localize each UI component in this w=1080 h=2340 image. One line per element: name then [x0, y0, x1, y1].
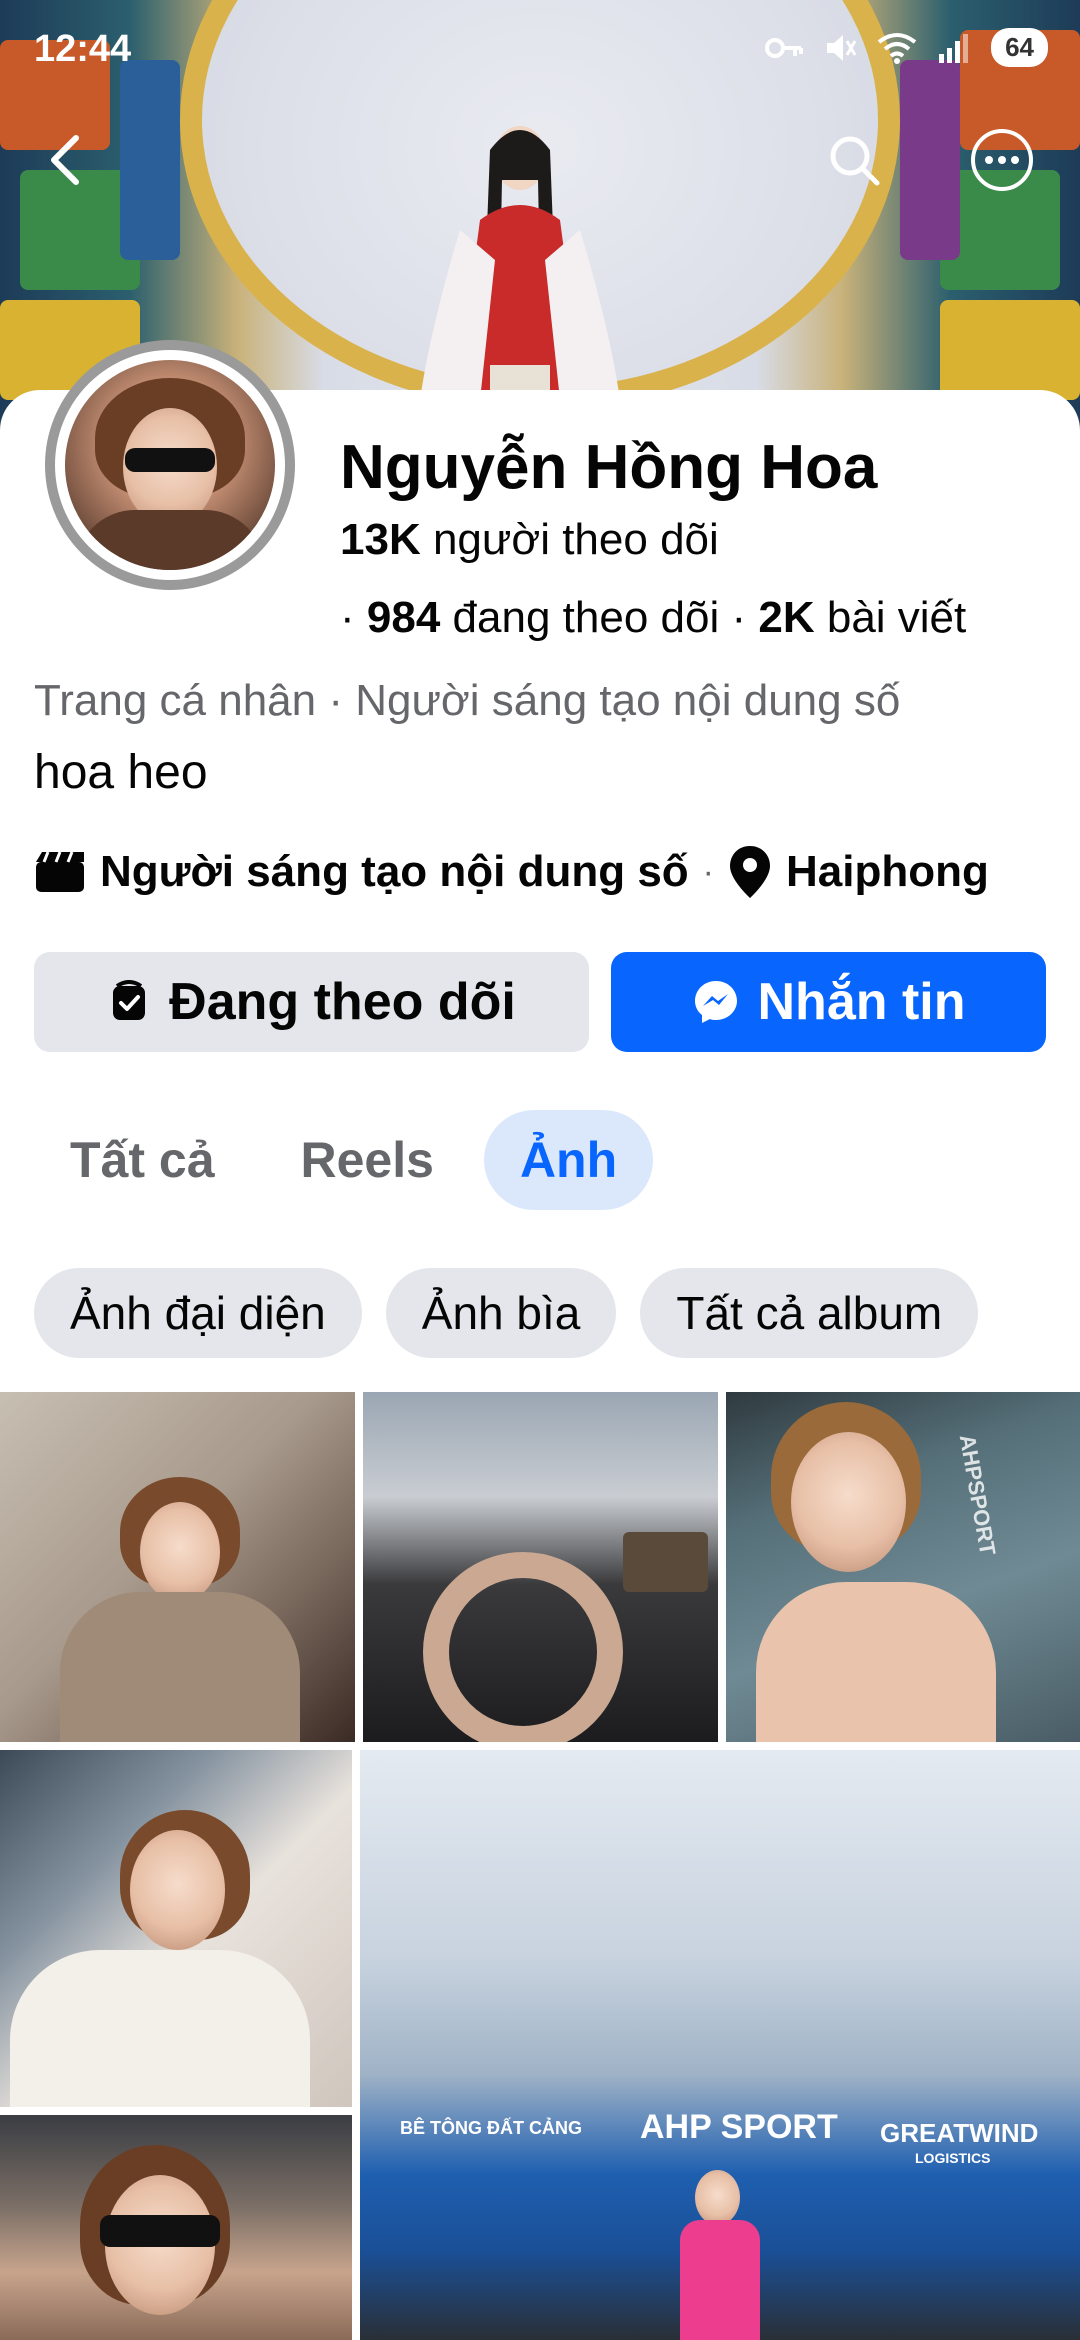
detail-location[interactable]: Haiphong — [786, 847, 989, 897]
search-button[interactable] — [822, 128, 886, 192]
photo-thumbnail[interactable] — [0, 1392, 355, 1742]
photo-body — [60, 1592, 300, 1742]
sunglasses-shape — [100, 2215, 220, 2247]
dashboard-screen-shape — [623, 1532, 708, 1592]
messenger-icon — [694, 981, 737, 1023]
profile-category: Trang cá nhân · Người sáng tạo nội dung … — [34, 676, 901, 725]
following-count[interactable]: 984 — [367, 593, 440, 642]
battery-level: 64 — [1005, 32, 1034, 62]
status-bar: 12:44 64 — [0, 0, 1080, 100]
mute-icon — [827, 34, 857, 61]
message-button[interactable]: Nhắn tin — [611, 952, 1046, 1052]
following-posts-stat: · 984 đang theo dõi · 2K bài viết — [340, 593, 966, 643]
key-icon — [765, 37, 804, 58]
avatar-body — [75, 510, 265, 570]
photo-face — [695, 2170, 740, 2225]
following-button-label: Đang theo dõi — [169, 973, 516, 1031]
photo-body — [10, 1950, 310, 2107]
profile-tabs: Tất cả Reels Ảnh — [34, 1110, 654, 1210]
tab-all[interactable]: Tất cả — [34, 1110, 251, 1210]
photo-face — [130, 1830, 225, 1950]
back-button[interactable] — [34, 128, 98, 192]
posts-label: bài viết — [826, 593, 967, 642]
chip-profile-pictures[interactable]: Ảnh đại diện — [34, 1268, 362, 1358]
chip-all-albums[interactable]: Tất cả album — [640, 1268, 979, 1358]
photo-filter-chips: Ảnh đại diện Ảnh bìa Tất cả album — [34, 1268, 979, 1358]
posts-count: 2K — [758, 593, 815, 642]
chip-cover-photos[interactable]: Ảnh bìa — [385, 1268, 617, 1358]
profile-name: Nguyễn Hồng Hoa — [340, 433, 878, 502]
photo-thumbnail[interactable]: AHPSPORT — [726, 1392, 1080, 1742]
photo-face — [140, 1502, 220, 1602]
status-time: 12:44 — [34, 28, 132, 70]
following-prefix: · — [340, 593, 355, 642]
profile-bio: hoa heo — [34, 746, 208, 799]
message-button-label: Nhắn tin — [757, 973, 966, 1031]
signal-icon — [939, 33, 969, 63]
photo-face — [791, 1432, 906, 1572]
followers-label: người theo dõi — [432, 515, 719, 564]
tab-photos[interactable]: Ảnh — [483, 1110, 654, 1210]
photo-body — [756, 1582, 996, 1742]
court-sign: AHPSPORT — [954, 1432, 1001, 1558]
more-button[interactable] — [970, 128, 1034, 192]
battery-indicator: 64 — [991, 28, 1048, 67]
profile-avatar[interactable] — [45, 340, 295, 590]
detail-role: Người sáng tạo nội dung số — [100, 847, 689, 896]
sunglasses-shape — [125, 448, 215, 472]
tab-reels[interactable]: Reels — [265, 1110, 470, 1210]
cover-figure — [420, 126, 620, 410]
banner-right-subtext: LOGISTICS — [915, 2150, 991, 2166]
banner-left-text: BÊ TÔNG ĐẤT CẢNG — [400, 2118, 582, 2138]
profile-details: Người sáng tạo nội dung số · Haiphong — [34, 842, 989, 902]
search-icon — [830, 136, 880, 186]
photo-thumbnail[interactable] — [0, 1750, 352, 2107]
followers-count: 13K — [340, 515, 421, 564]
detail-separator: · — [702, 852, 714, 891]
banner-right-text: GREATWIND — [880, 2118, 1039, 2148]
following-check-icon — [113, 980, 146, 1020]
more-horizontal-icon — [971, 129, 1033, 191]
following-label[interactable]: đang theo dõi — [453, 593, 720, 642]
wifi-icon — [877, 32, 917, 64]
avatar-image — [65, 360, 275, 570]
followers-stat[interactable]: 13K người theo dõi — [340, 515, 719, 565]
banner-center-text: AHP SPORT — [640, 2108, 838, 2146]
location-pin-icon — [730, 846, 770, 898]
steering-wheel-shape — [423, 1552, 623, 1742]
posts-prefix: · — [731, 593, 747, 642]
pink-outfit-shape — [680, 2220, 760, 2340]
status-icons: 64 — [765, 28, 1048, 67]
photo-thumbnail[interactable]: BÊ TÔNG ĐẤT CẢNG AHP SPORT GREATWIND LOG… — [360, 1750, 1080, 2340]
photo-thumbnail[interactable] — [0, 2115, 352, 2340]
cover-tile — [940, 300, 1080, 400]
following-button[interactable]: Đang theo dõi — [34, 952, 589, 1052]
photo-thumbnail[interactable] — [363, 1392, 718, 1742]
chevron-left-icon — [51, 135, 79, 185]
clapperboard-icon — [36, 851, 84, 892]
